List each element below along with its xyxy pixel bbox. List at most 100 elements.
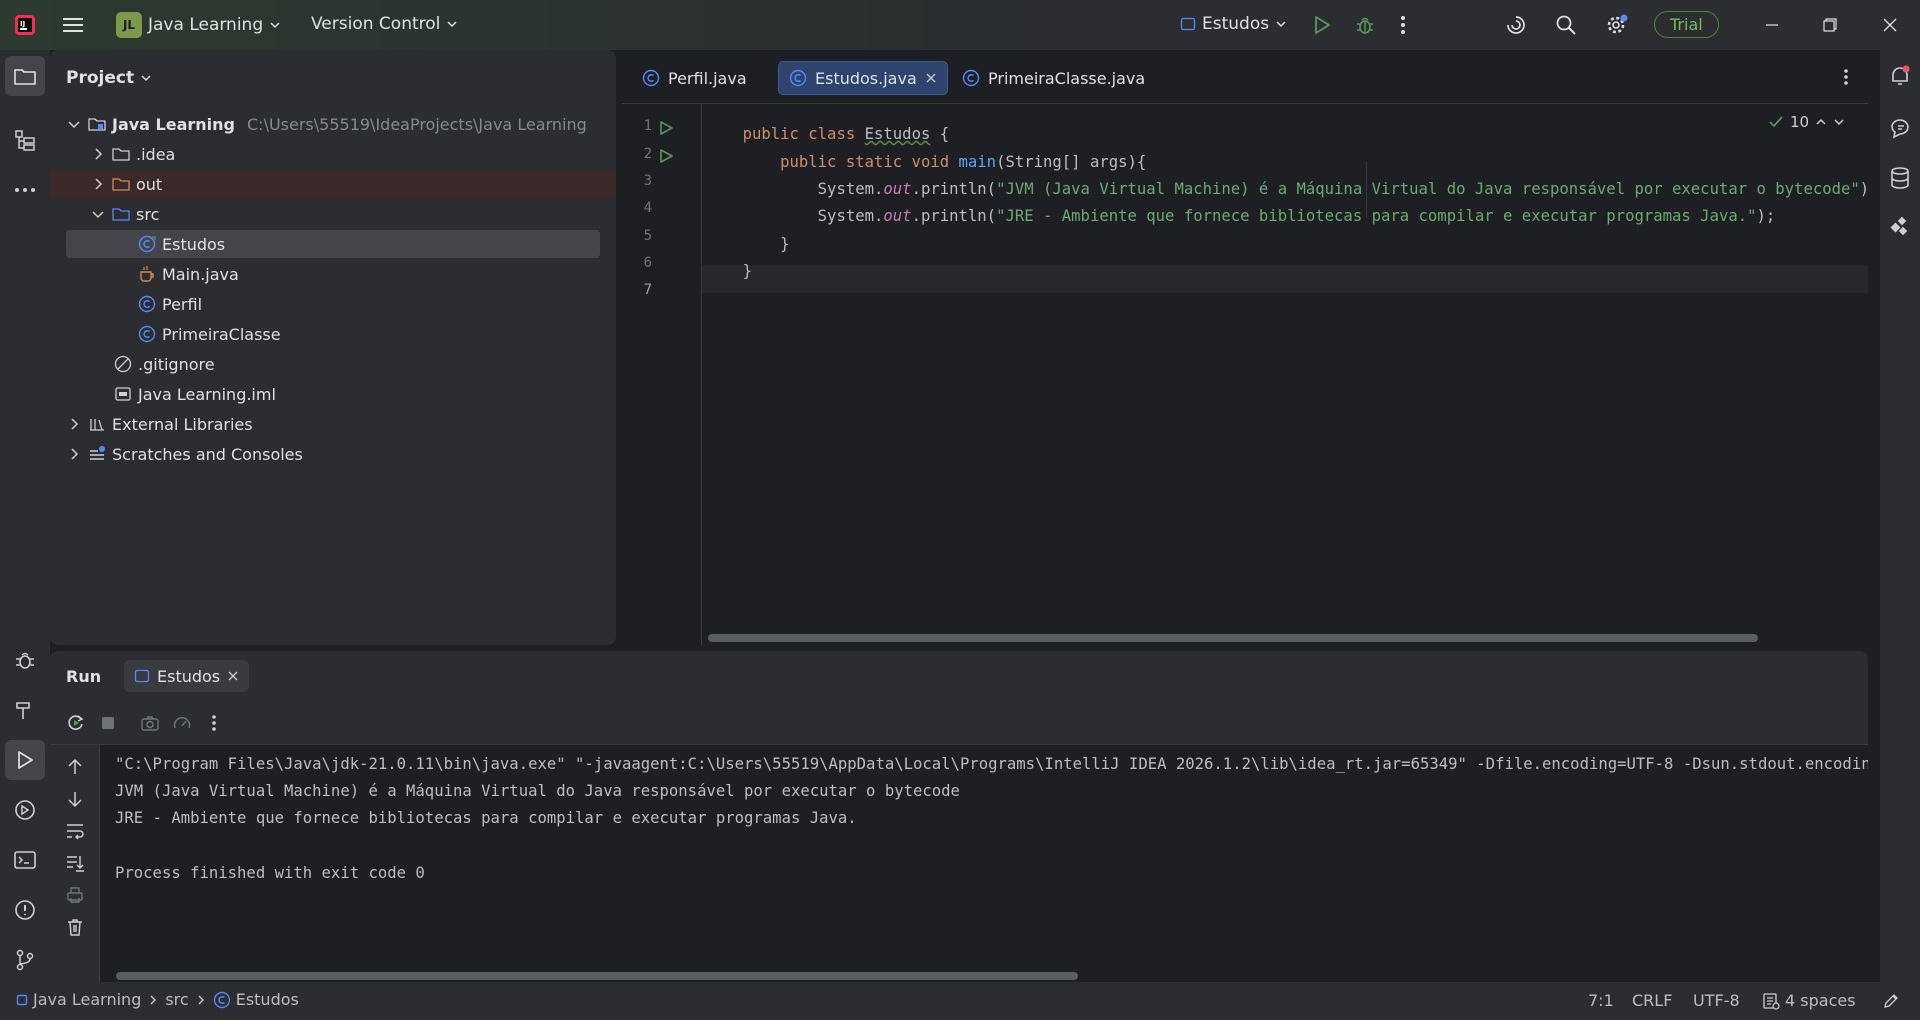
folder-icon	[112, 148, 130, 161]
line-separator[interactable]: CRLF	[1632, 991, 1672, 1010]
svg-text:IJ: IJ	[20, 20, 25, 28]
debug-icon[interactable]	[1354, 14, 1376, 36]
inspection-count: 10	[1790, 113, 1810, 131]
build-tool-button[interactable]	[5, 690, 45, 730]
tree-item-main-java[interactable]: Main.java	[66, 260, 600, 288]
run-config-selector[interactable]: Estudos	[1180, 14, 1287, 34]
camera-icon[interactable]	[140, 713, 160, 733]
tab-options-icon[interactable]	[1842, 68, 1850, 86]
settings-gear-icon[interactable]	[1605, 14, 1629, 36]
breadcrumb-item[interactable]: Estudos	[236, 990, 299, 1009]
tree-item-label: Scratches and Consoles	[112, 444, 303, 464]
editor-horizontal-scrollbar[interactable]	[708, 634, 1758, 642]
more-actions-icon[interactable]	[1399, 15, 1407, 35]
database-icon[interactable]	[1888, 166, 1912, 190]
project-name: Java Learning	[148, 15, 264, 35]
caret-position[interactable]: 7:1	[1588, 991, 1614, 1010]
file-encoding[interactable]: UTF-8	[1693, 991, 1740, 1010]
tree-item-estudos[interactable]: Estudos	[66, 230, 600, 258]
run-icon[interactable]	[1312, 14, 1332, 36]
code-token: .println(	[911, 207, 997, 225]
console-horizontal-scrollbar[interactable]	[116, 972, 1078, 980]
debug-tool-button[interactable]	[5, 640, 45, 680]
tree-item-idea[interactable]: .idea	[66, 140, 600, 168]
tree-item-external-libraries[interactable]: External Libraries	[66, 410, 600, 438]
tree-item-out[interactable]: out	[50, 170, 616, 198]
version-control-menu[interactable]: Version Control	[311, 14, 458, 34]
run-tool-button[interactable]	[5, 740, 45, 780]
scroll-to-end-icon[interactable]	[65, 853, 85, 873]
profiler-icon[interactable]	[172, 713, 192, 733]
chevron-right-icon[interactable]	[66, 446, 82, 462]
services-tool-button[interactable]	[5, 790, 45, 830]
minimize-button[interactable]	[1764, 17, 1780, 33]
project-panel-header[interactable]: Project	[66, 68, 152, 88]
project-switcher[interactable]: JL Java Learning	[116, 12, 281, 38]
tree-item-gitignore[interactable]: .gitignore	[66, 350, 600, 378]
trash-icon[interactable]	[65, 917, 85, 937]
git-tool-button[interactable]	[5, 940, 45, 980]
ai-chat-icon[interactable]	[1888, 116, 1912, 140]
chevron-right-icon[interactable]	[90, 146, 106, 162]
close-tab-icon[interactable]	[227, 670, 239, 682]
search-icon[interactable]	[1555, 14, 1577, 36]
tab-estudos-java[interactable]: Estudos.java	[778, 61, 948, 95]
more-options-icon[interactable]	[204, 713, 224, 733]
run-gutter-icon[interactable]	[658, 148, 674, 164]
tab-primeiraclasse-java[interactable]: PrimeiraClasse.java	[952, 61, 1155, 95]
tree-item-label: PrimeiraClasse	[162, 324, 281, 344]
project-badge: JL	[116, 12, 142, 38]
project-tool-button[interactable]	[5, 56, 45, 96]
trial-badge[interactable]: Trial	[1654, 11, 1719, 38]
notifications-icon[interactable]	[1888, 64, 1912, 88]
stop-icon[interactable]	[98, 713, 118, 733]
chevron-up-icon[interactable]	[1815, 116, 1827, 128]
plugins-icon[interactable]	[1888, 214, 1912, 238]
console-output[interactable]: "C:\Program Files\Java\jdk-21.0.11\bin\j…	[100, 745, 1868, 982]
services-icon	[15, 800, 35, 820]
restore-button[interactable]	[1822, 17, 1838, 33]
breadcrumb-item[interactable]: src	[165, 990, 188, 1009]
print-icon[interactable]	[65, 885, 85, 905]
java-file-icon	[140, 266, 154, 282]
tree-item-perfil[interactable]: Perfil	[66, 290, 600, 318]
code-line-7[interactable]	[705, 271, 743, 325]
terminal-tool-button[interactable]	[5, 840, 45, 880]
soft-wrap-icon[interactable]	[65, 821, 85, 841]
run-tab-estudos[interactable]: Estudos	[124, 660, 250, 692]
chevron-right-icon[interactable]	[90, 176, 106, 192]
chevron-down-icon[interactable]	[66, 116, 82, 132]
project-panel-title: Project	[66, 68, 135, 88]
chevron-down-icon[interactable]	[1833, 116, 1845, 128]
chevron-right-icon[interactable]	[66, 416, 82, 432]
rerun-icon[interactable]	[66, 713, 86, 733]
more-tools-button[interactable]	[5, 170, 45, 210]
tree-item-iml[interactable]: Java Learning.iml	[66, 380, 600, 408]
ai-assistant-icon[interactable]	[1505, 14, 1527, 36]
tree-item-primeiraclasse[interactable]: PrimeiraClasse	[66, 320, 600, 348]
tree-item-java-learning[interactable]: Java Learning C:\Users\55519\IdeaProject…	[66, 110, 600, 138]
run-gutter-icon[interactable]	[658, 120, 674, 136]
app-logo-icon[interactable]: IJ	[14, 14, 36, 36]
run-toolbar	[50, 701, 1868, 745]
close-window-button[interactable]	[1882, 17, 1898, 33]
tree-item-scratches[interactable]: Scratches and Consoles	[66, 440, 600, 468]
problems-tool-button[interactable]	[5, 890, 45, 930]
breadcrumb-item[interactable]: Java Learning	[33, 990, 141, 1009]
tree-item-label: src	[136, 204, 160, 224]
arrow-down-icon[interactable]	[65, 789, 85, 809]
line-number: 5	[643, 228, 652, 244]
chevron-down-icon[interactable]	[90, 206, 106, 222]
structure-tool-button[interactable]	[5, 120, 45, 160]
arrow-up-icon[interactable]	[65, 757, 85, 777]
tree-item-src[interactable]: src	[66, 200, 600, 228]
read-only-toggle-icon[interactable]	[1882, 992, 1900, 1010]
folder-icon	[14, 69, 36, 85]
inspection-widget[interactable]: 10	[1768, 112, 1858, 132]
tab-perfil-java[interactable]: Perfil.java	[632, 61, 757, 95]
console-line: "C:\Program Files\Java\jdk-21.0.11\bin\j…	[115, 755, 1868, 773]
code-line-4[interactable]: System.out.println("JRE - Ambiente que f…	[705, 189, 1776, 243]
indent-settings[interactable]: 4 spaces	[1762, 991, 1856, 1010]
main-menu-icon[interactable]	[62, 15, 84, 35]
close-tab-icon[interactable]	[925, 72, 937, 84]
